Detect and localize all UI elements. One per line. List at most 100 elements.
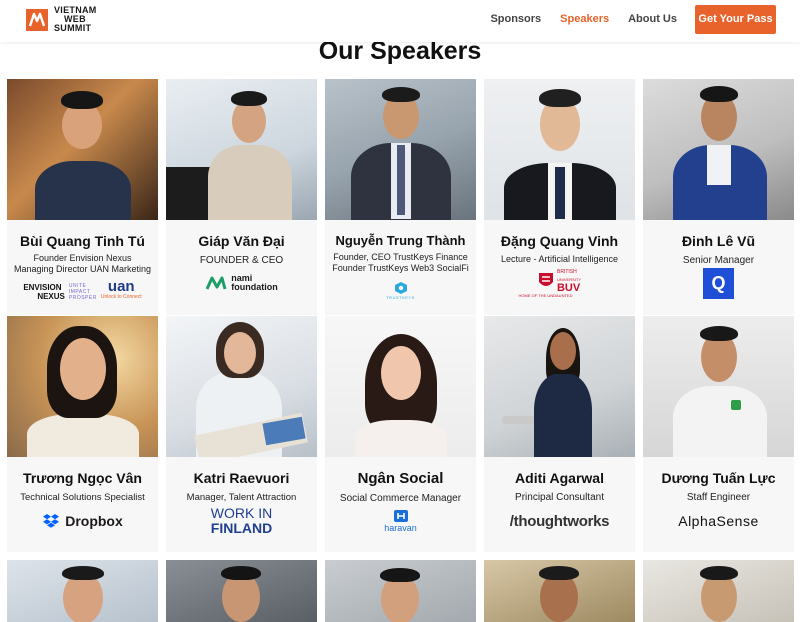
get-your-pass-button[interactable]: Get Your Pass <box>695 4 776 34</box>
speaker-role-line: Managing Director UAN Marketing <box>13 264 152 274</box>
speaker-card[interactable]: Nguyễn Trung Thành Founder, CEO TrustKey… <box>325 79 476 315</box>
speaker-info: Aditi Agarwal Principal Consultant /thou… <box>484 457 635 552</box>
company-text: BRITISH <box>556 268 577 275</box>
trustkeys-logo-icon <box>394 281 407 294</box>
speaker-card[interactable]: Bùi Quang Tinh Tú Founder Envision Nexus… <box>7 79 158 315</box>
speaker-name: Katri Raevuori <box>193 470 290 486</box>
speaker-role: Founder Envision Nexus Managing Director… <box>7 253 158 275</box>
company-text: TRUSTKEYS <box>386 294 415 300</box>
speaker-role: Founder, CEO TrustKeys Finance Founder T… <box>325 252 476 274</box>
speaker-role: Senior Manager <box>643 255 794 266</box>
speaker-photo <box>484 560 635 622</box>
speaker-photo <box>166 560 317 622</box>
speaker-role: Technical Solutions Specialist <box>7 492 158 503</box>
company-logo: haravan <box>325 506 476 536</box>
speaker-photo <box>7 316 158 457</box>
speaker-card[interactable]: Ngân Social Social Commerce Manager hara… <box>325 316 476 552</box>
speaker-role-line: Founder TrustKeys Web3 SocialFi <box>332 263 469 273</box>
speaker-role-line: Technical Solutions Specialist <box>20 492 145 503</box>
speaker-photo <box>643 79 794 220</box>
speaker-name: Ngân Social <box>357 470 444 487</box>
speaker-name: Giáp Văn Đại <box>198 233 285 249</box>
logo-text: VIETNAM WEB SUMMIT <box>54 6 97 33</box>
speaker-role-line: Founder Envision Nexus <box>33 253 132 263</box>
buv-crest-icon <box>538 273 553 286</box>
speaker-photo <box>166 316 317 457</box>
speaker-info: Giáp Văn Đại FOUNDER & CEO nami foundati… <box>166 220 317 315</box>
company-logo: TRUSTKEYS <box>325 277 476 303</box>
nav-link-speakers[interactable]: Speakers <box>560 13 609 25</box>
nami-logo-icon <box>205 276 227 290</box>
company-logo: Dropbox <box>7 508 158 534</box>
speaker-card[interactable]: Giáp Văn Đại FOUNDER & CEO nami foundati… <box>166 79 317 315</box>
company-text: AlphaSense <box>678 513 759 529</box>
speaker-role: Manager, Talent Attraction <box>166 492 317 503</box>
nav-link-about-us[interactable]: About Us <box>628 13 677 25</box>
speaker-photo <box>7 79 158 220</box>
speaker-name: Aditi Agarwal <box>515 470 604 486</box>
speaker-name: Trương Ngọc Vân <box>23 470 142 486</box>
speaker-role-line: Lecture - Artificial Intelligence <box>500 254 619 264</box>
logo-mark-icon <box>26 8 48 31</box>
speaker-role: FOUNDER & CEO <box>166 255 317 266</box>
speaker-info: Dương Tuấn Lực Staff Engineer AlphaSense <box>643 457 794 552</box>
speaker-role-line: Senior Manager <box>682 255 755 266</box>
speaker-card[interactable] <box>325 560 476 622</box>
company-logo: /thoughtworks <box>484 508 635 534</box>
speaker-role-line: Social Commerce Manager <box>339 493 462 504</box>
haravan-logo-icon <box>393 510 408 522</box>
speaker-name: Nguyễn Trung Thành <box>335 233 466 248</box>
company-logo: Q <box>643 267 794 299</box>
company-text: WORK IN <box>210 505 273 521</box>
speaker-photo <box>643 316 794 457</box>
company-logo: ENVISION NEXUS UNITE IMPACT PROSPER uan … <box>7 279 158 305</box>
company-logo: AlphaSense <box>643 508 794 534</box>
speaker-name: Đinh Lê Vũ <box>681 233 756 249</box>
speaker-info: Đặng Quang Vinh Lecture - Artificial Int… <box>484 220 635 315</box>
speaker-role: Social Commerce Manager <box>325 493 476 504</box>
speaker-info: Đinh Lê Vũ Senior Manager Q <box>643 220 794 315</box>
speaker-card[interactable] <box>7 560 158 622</box>
company-text: NEXUS <box>37 292 65 301</box>
nav-link-sponsors[interactable]: Sponsors <box>490 13 541 25</box>
company-text: PROSPER <box>68 295 97 301</box>
speaker-photo <box>643 560 794 622</box>
site-logo[interactable]: VIETNAM WEB SUMMIT <box>26 6 97 33</box>
speaker-card[interactable]: Katri Raevuori Manager, Talent Attractio… <box>166 316 317 552</box>
dropbox-logo-icon <box>43 514 60 528</box>
company-text: /thoughtworks <box>509 512 610 530</box>
main-nav: Sponsors Speakers About Us Get Your Pass <box>490 4 776 34</box>
speaker-card[interactable] <box>166 560 317 622</box>
company-text: FINLAND <box>210 520 273 536</box>
speaker-info: Katri Raevuori Manager, Talent Attractio… <box>166 457 317 552</box>
company-text: Dropbox <box>65 513 123 529</box>
speaker-info: Trương Ngọc Vân Technical Solutions Spec… <box>7 457 158 552</box>
company-logo: nami foundation <box>166 270 317 296</box>
speaker-card[interactable]: Aditi Agarwal Principal Consultant /thou… <box>484 316 635 552</box>
speaker-card[interactable]: Đinh Lê Vũ Senior Manager Q <box>643 79 794 315</box>
speaker-info: Bùi Quang Tinh Tú Founder Envision Nexus… <box>7 220 158 315</box>
speaker-card[interactable] <box>643 560 794 622</box>
site-header: VIETNAM WEB SUMMIT Sponsors Speakers Abo… <box>0 0 800 42</box>
logo-line3: SUMMIT <box>54 23 92 33</box>
speaker-name: Bùi Quang Tinh Tú <box>20 233 145 249</box>
company-text: haravan <box>384 523 417 533</box>
speaker-card[interactable]: Trương Ngọc Vân Technical Solutions Spec… <box>7 316 158 552</box>
speaker-photo <box>325 79 476 220</box>
company-logo: BRITISH UNIVERSITY BUV <box>484 268 635 294</box>
company-text: HOME OF THE UNDAUNTED <box>518 293 573 298</box>
speaker-card[interactable] <box>484 560 635 622</box>
speaker-photo <box>7 560 158 622</box>
speaker-role: Principal Consultant <box>484 492 635 503</box>
speaker-role: Lecture - Artificial Intelligence <box>484 254 635 265</box>
speaker-photo <box>325 316 476 457</box>
company-text: foundation <box>231 282 278 292</box>
speaker-role-line: FOUNDER & CEO <box>199 255 284 266</box>
company-text: BUV <box>556 281 581 294</box>
speaker-photo <box>325 560 476 622</box>
speaker-name: Đặng Quang Vinh <box>500 233 619 249</box>
speaker-card[interactable]: Đặng Quang Vinh Lecture - Artificial Int… <box>484 79 635 315</box>
speaker-role-line: Principal Consultant <box>515 492 604 503</box>
speaker-card[interactable]: Dương Tuấn Lực Staff Engineer AlphaSense <box>643 316 794 552</box>
company-text: Q <box>703 267 734 299</box>
